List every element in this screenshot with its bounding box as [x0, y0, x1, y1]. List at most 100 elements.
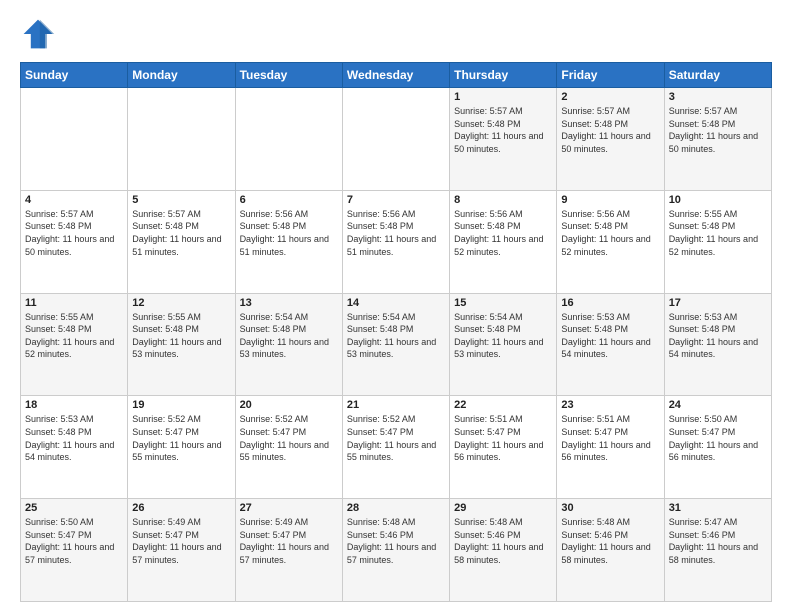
day-number: 13	[240, 297, 338, 309]
calendar-cell: 29 Sunrise: 5:48 AMSunset: 5:46 PMDaylig…	[450, 499, 557, 602]
calendar-cell: 27 Sunrise: 5:49 AMSunset: 5:47 PMDaylig…	[235, 499, 342, 602]
day-number: 20	[240, 399, 338, 411]
day-info: Sunrise: 5:50 AMSunset: 5:47 PMDaylight:…	[25, 516, 123, 566]
day-info: Sunrise: 5:54 AMSunset: 5:48 PMDaylight:…	[454, 311, 552, 361]
day-info: Sunrise: 5:57 AMSunset: 5:48 PMDaylight:…	[454, 105, 552, 155]
calendar-cell: 31 Sunrise: 5:47 AMSunset: 5:46 PMDaylig…	[664, 499, 771, 602]
day-number: 3	[669, 91, 767, 103]
calendar-cell: 28 Sunrise: 5:48 AMSunset: 5:46 PMDaylig…	[342, 499, 449, 602]
day-number: 15	[454, 297, 552, 309]
calendar-cell: 9 Sunrise: 5:56 AMSunset: 5:48 PMDayligh…	[557, 190, 664, 293]
day-header-friday: Friday	[557, 63, 664, 88]
calendar-cell: 20 Sunrise: 5:52 AMSunset: 5:47 PMDaylig…	[235, 396, 342, 499]
calendar-cell: 17 Sunrise: 5:53 AMSunset: 5:48 PMDaylig…	[664, 293, 771, 396]
calendar-cell: 26 Sunrise: 5:49 AMSunset: 5:47 PMDaylig…	[128, 499, 235, 602]
calendar-cell: 13 Sunrise: 5:54 AMSunset: 5:48 PMDaylig…	[235, 293, 342, 396]
day-info: Sunrise: 5:53 AMSunset: 5:48 PMDaylight:…	[561, 311, 659, 361]
day-info: Sunrise: 5:56 AMSunset: 5:48 PMDaylight:…	[347, 208, 445, 258]
calendar-cell: 16 Sunrise: 5:53 AMSunset: 5:48 PMDaylig…	[557, 293, 664, 396]
day-info: Sunrise: 5:57 AMSunset: 5:48 PMDaylight:…	[132, 208, 230, 258]
day-number: 25	[25, 502, 123, 514]
day-number: 22	[454, 399, 552, 411]
day-info: Sunrise: 5:55 AMSunset: 5:48 PMDaylight:…	[669, 208, 767, 258]
day-number: 26	[132, 502, 230, 514]
day-number: 10	[669, 194, 767, 206]
calendar-cell: 10 Sunrise: 5:55 AMSunset: 5:48 PMDaylig…	[664, 190, 771, 293]
week-row-2: 11 Sunrise: 5:55 AMSunset: 5:48 PMDaylig…	[21, 293, 772, 396]
day-header-saturday: Saturday	[664, 63, 771, 88]
day-number: 1	[454, 91, 552, 103]
day-number: 18	[25, 399, 123, 411]
day-info: Sunrise: 5:49 AMSunset: 5:47 PMDaylight:…	[240, 516, 338, 566]
week-row-0: 1 Sunrise: 5:57 AMSunset: 5:48 PMDayligh…	[21, 88, 772, 191]
logo	[20, 16, 60, 52]
day-number: 24	[669, 399, 767, 411]
calendar-cell: 30 Sunrise: 5:48 AMSunset: 5:46 PMDaylig…	[557, 499, 664, 602]
day-info: Sunrise: 5:56 AMSunset: 5:48 PMDaylight:…	[561, 208, 659, 258]
week-row-1: 4 Sunrise: 5:57 AMSunset: 5:48 PMDayligh…	[21, 190, 772, 293]
page: SundayMondayTuesdayWednesdayThursdayFrid…	[0, 0, 792, 612]
day-info: Sunrise: 5:57 AMSunset: 5:48 PMDaylight:…	[669, 105, 767, 155]
calendar-cell: 2 Sunrise: 5:57 AMSunset: 5:48 PMDayligh…	[557, 88, 664, 191]
day-header-thursday: Thursday	[450, 63, 557, 88]
week-row-4: 25 Sunrise: 5:50 AMSunset: 5:47 PMDaylig…	[21, 499, 772, 602]
day-info: Sunrise: 5:56 AMSunset: 5:48 PMDaylight:…	[454, 208, 552, 258]
calendar-cell	[21, 88, 128, 191]
day-info: Sunrise: 5:54 AMSunset: 5:48 PMDaylight:…	[240, 311, 338, 361]
calendar-cell: 8 Sunrise: 5:56 AMSunset: 5:48 PMDayligh…	[450, 190, 557, 293]
day-info: Sunrise: 5:51 AMSunset: 5:47 PMDaylight:…	[561, 413, 659, 463]
calendar-cell: 5 Sunrise: 5:57 AMSunset: 5:48 PMDayligh…	[128, 190, 235, 293]
day-number: 8	[454, 194, 552, 206]
day-info: Sunrise: 5:52 AMSunset: 5:47 PMDaylight:…	[240, 413, 338, 463]
day-info: Sunrise: 5:48 AMSunset: 5:46 PMDaylight:…	[347, 516, 445, 566]
day-info: Sunrise: 5:47 AMSunset: 5:46 PMDaylight:…	[669, 516, 767, 566]
day-number: 16	[561, 297, 659, 309]
header	[20, 16, 772, 52]
day-number: 28	[347, 502, 445, 514]
calendar-cell: 23 Sunrise: 5:51 AMSunset: 5:47 PMDaylig…	[557, 396, 664, 499]
day-number: 7	[347, 194, 445, 206]
day-info: Sunrise: 5:52 AMSunset: 5:47 PMDaylight:…	[347, 413, 445, 463]
calendar-table: SundayMondayTuesdayWednesdayThursdayFrid…	[20, 62, 772, 602]
day-number: 6	[240, 194, 338, 206]
calendar-cell: 11 Sunrise: 5:55 AMSunset: 5:48 PMDaylig…	[21, 293, 128, 396]
calendar-cell	[128, 88, 235, 191]
day-info: Sunrise: 5:53 AMSunset: 5:48 PMDaylight:…	[25, 413, 123, 463]
day-info: Sunrise: 5:49 AMSunset: 5:47 PMDaylight:…	[132, 516, 230, 566]
day-header-wednesday: Wednesday	[342, 63, 449, 88]
calendar-cell: 21 Sunrise: 5:52 AMSunset: 5:47 PMDaylig…	[342, 396, 449, 499]
logo-icon	[20, 16, 56, 52]
calendar-cell: 25 Sunrise: 5:50 AMSunset: 5:47 PMDaylig…	[21, 499, 128, 602]
day-header-tuesday: Tuesday	[235, 63, 342, 88]
calendar-cell: 19 Sunrise: 5:52 AMSunset: 5:47 PMDaylig…	[128, 396, 235, 499]
day-number: 29	[454, 502, 552, 514]
calendar-cell	[342, 88, 449, 191]
day-number: 23	[561, 399, 659, 411]
day-info: Sunrise: 5:54 AMSunset: 5:48 PMDaylight:…	[347, 311, 445, 361]
day-header-row: SundayMondayTuesdayWednesdayThursdayFrid…	[21, 63, 772, 88]
day-number: 14	[347, 297, 445, 309]
day-info: Sunrise: 5:57 AMSunset: 5:48 PMDaylight:…	[561, 105, 659, 155]
day-info: Sunrise: 5:51 AMSunset: 5:47 PMDaylight:…	[454, 413, 552, 463]
calendar-cell: 14 Sunrise: 5:54 AMSunset: 5:48 PMDaylig…	[342, 293, 449, 396]
calendar-cell: 7 Sunrise: 5:56 AMSunset: 5:48 PMDayligh…	[342, 190, 449, 293]
day-info: Sunrise: 5:48 AMSunset: 5:46 PMDaylight:…	[454, 516, 552, 566]
day-number: 11	[25, 297, 123, 309]
calendar-cell: 15 Sunrise: 5:54 AMSunset: 5:48 PMDaylig…	[450, 293, 557, 396]
day-header-monday: Monday	[128, 63, 235, 88]
calendar-cell	[235, 88, 342, 191]
day-number: 5	[132, 194, 230, 206]
day-info: Sunrise: 5:52 AMSunset: 5:47 PMDaylight:…	[132, 413, 230, 463]
day-info: Sunrise: 5:55 AMSunset: 5:48 PMDaylight:…	[132, 311, 230, 361]
day-number: 17	[669, 297, 767, 309]
day-number: 12	[132, 297, 230, 309]
day-info: Sunrise: 5:50 AMSunset: 5:47 PMDaylight:…	[669, 413, 767, 463]
day-number: 27	[240, 502, 338, 514]
day-info: Sunrise: 5:48 AMSunset: 5:46 PMDaylight:…	[561, 516, 659, 566]
day-info: Sunrise: 5:56 AMSunset: 5:48 PMDaylight:…	[240, 208, 338, 258]
day-header-sunday: Sunday	[21, 63, 128, 88]
calendar-cell: 6 Sunrise: 5:56 AMSunset: 5:48 PMDayligh…	[235, 190, 342, 293]
calendar-cell: 12 Sunrise: 5:55 AMSunset: 5:48 PMDaylig…	[128, 293, 235, 396]
day-info: Sunrise: 5:57 AMSunset: 5:48 PMDaylight:…	[25, 208, 123, 258]
calendar-cell: 4 Sunrise: 5:57 AMSunset: 5:48 PMDayligh…	[21, 190, 128, 293]
